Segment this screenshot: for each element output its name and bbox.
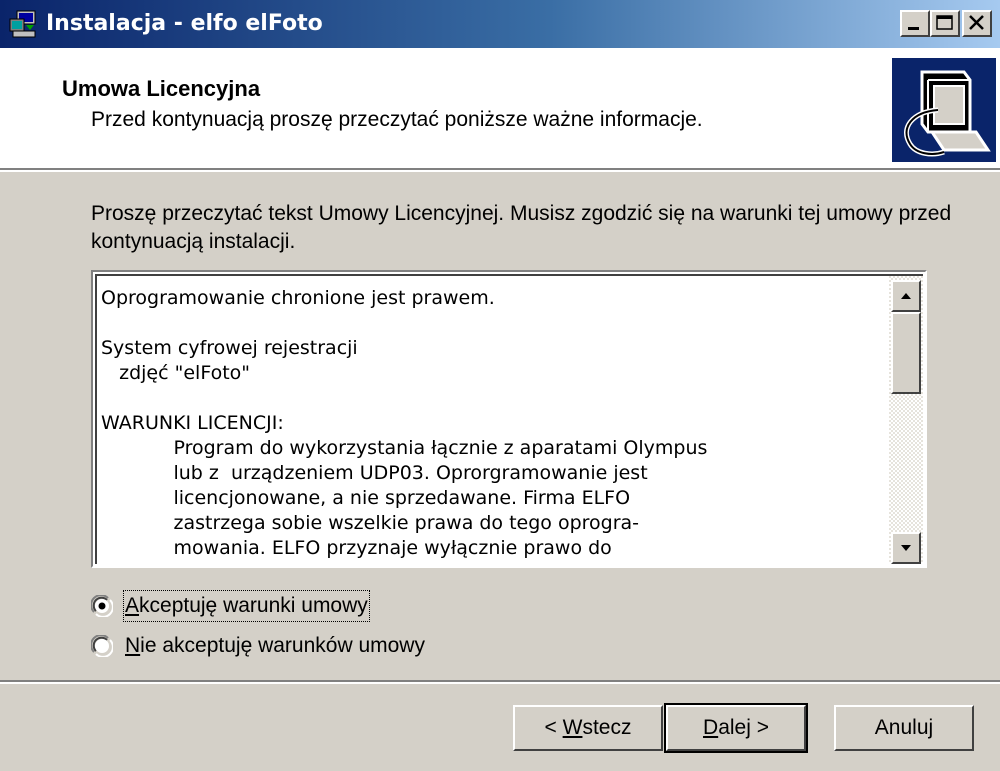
license-line: zdjęć "elFoto" [101,362,251,384]
footer-divider [0,680,1000,684]
radio-checked-icon [91,595,113,617]
radio-unchecked-icon [91,635,113,657]
license-line [101,386,891,411]
scroll-down-button[interactable] [891,532,921,564]
close-button[interactable] [962,10,992,37]
setup-app-icon [8,9,38,39]
installer-computer-icon [892,58,996,162]
license-line: licencjonowane, a nie sprzedawane. Firma… [101,487,631,509]
license-viewport: Oprogramowanie chronione jest prawem. Sy… [95,274,923,564]
intro-text: Proszę przeczytać tekst Umowy Licencyjne… [91,202,952,253]
maximize-button[interactable] [930,10,960,37]
accept-radio-label[interactable]: Akceptuję warunki umowy [123,590,370,622]
next-button[interactable]: Dalej > [664,703,808,753]
license-line: Program do wykorzystania łącznie z apara… [101,437,708,459]
license-line: lub z urządzeniem UDP03. Oprorgramowanie… [101,462,648,484]
close-icon [969,15,984,30]
header-divider [0,168,1000,172]
maximize-icon [936,15,953,30]
page-subtitle: Przed kontynuacją proszę przeczytać poni… [91,108,703,131]
title-bar[interactable]: Instalacja - elfo elFoto [0,0,1000,48]
minimize-icon [908,27,919,30]
back-button[interactable]: < Wstecz [513,705,663,751]
scroll-up-button[interactable] [891,280,921,312]
license-line: mowania. ELFO przyznaje wyłącznie prawo … [101,537,612,559]
minimize-button[interactable] [900,10,930,37]
page-title: Umowa Licencyjna [62,76,261,101]
scroll-thumb[interactable] [891,312,921,394]
window-title: Instalacja - elfo elFoto [46,11,323,36]
license-scrollbar[interactable] [889,276,923,564]
license-line: WARUNKI LICENCJI: [101,412,284,434]
license-line [101,311,891,336]
license-line: Oprogramowanie chronione jest prawem. [101,287,495,309]
license-line: zastrzega sobie wszelkie prawa do tego o… [101,512,640,534]
cancel-button[interactable]: Anuluj [834,705,974,751]
installer-window: Instalacja - elfo elFoto Umowa Licencyjn… [0,0,1000,771]
arrow-down-icon [901,545,911,551]
arrow-up-icon [901,293,911,299]
decline-radio-label[interactable]: Nie akceptuję warunków umowy [125,632,425,660]
license-line: System cyfrowej rejestracji [101,337,358,359]
license-text: Oprogramowanie chronione jest prawem. Sy… [101,286,891,561]
license-text-box[interactable]: Oprogramowanie chronione jest prawem. Sy… [90,269,928,569]
wizard-header: Umowa Licencyjna Przed kontynuacją prosz… [0,48,1000,168]
